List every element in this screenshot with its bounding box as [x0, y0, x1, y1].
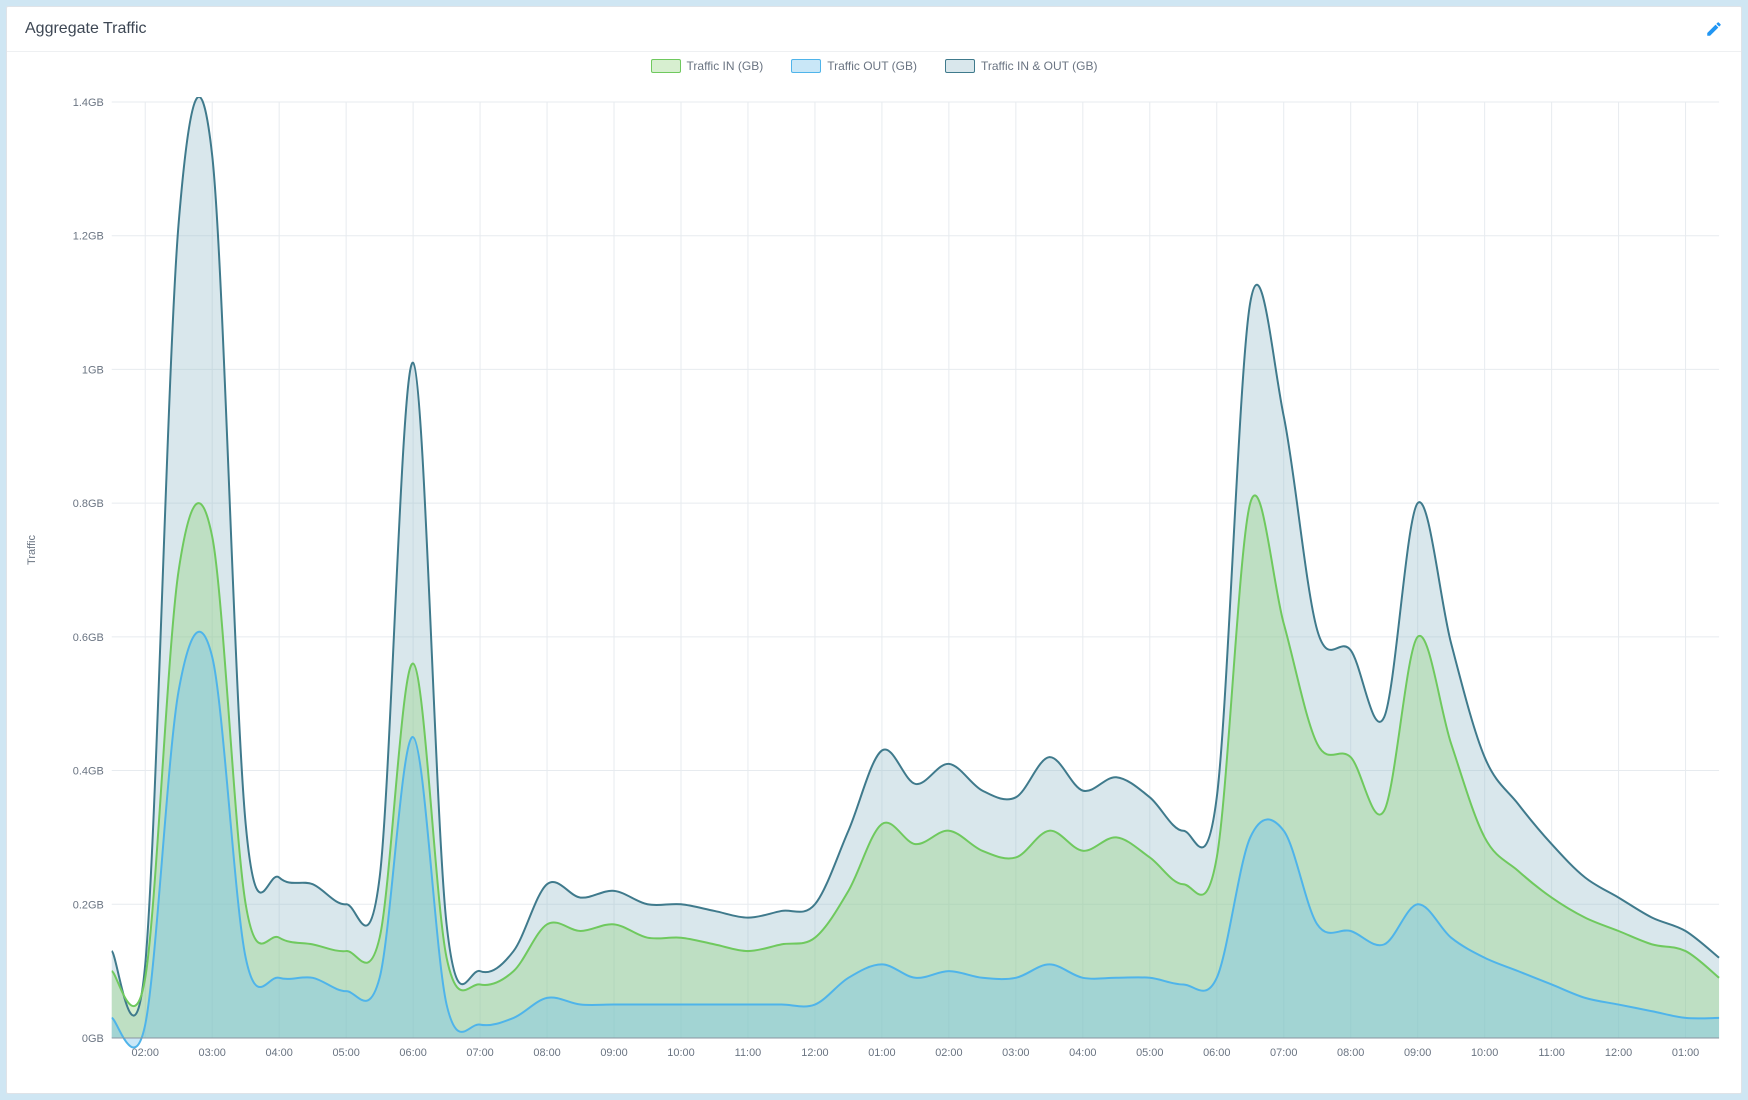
svg-text:12:00: 12:00 [801, 1047, 828, 1059]
svg-text:0.4GB: 0.4GB [73, 766, 104, 778]
svg-text:10:00: 10:00 [667, 1047, 694, 1059]
svg-text:01:00: 01:00 [1672, 1047, 1699, 1059]
svg-text:02:00: 02:00 [935, 1047, 962, 1059]
panel-header: Aggregate Traffic [7, 7, 1741, 52]
svg-text:05:00: 05:00 [1136, 1047, 1163, 1059]
svg-text:12:00: 12:00 [1605, 1047, 1632, 1059]
svg-text:08:00: 08:00 [1337, 1047, 1364, 1059]
svg-text:09:00: 09:00 [1404, 1047, 1431, 1059]
svg-text:05:00: 05:00 [332, 1047, 359, 1059]
chart-area: 0GB 0.2GB 0.4GB 0.6GB 0.8GB 1GB 1.2GB 1.4GB 02:0… [57, 97, 1729, 1063]
svg-text:0GB: 0GB [82, 1033, 104, 1045]
y-axis-title: Traffic [26, 535, 38, 565]
svg-text:11:00: 11:00 [1538, 1047, 1565, 1059]
svg-text:10:00: 10:00 [1471, 1047, 1498, 1059]
svg-text:09:00: 09:00 [600, 1047, 627, 1059]
aggregate-traffic-panel: Aggregate Traffic Traffic IN (GB) Traffi… [6, 6, 1742, 1094]
svg-text:06:00: 06:00 [1203, 1047, 1230, 1059]
legend-item-in[interactable]: Traffic IN (GB) [651, 59, 764, 74]
svg-text:07:00: 07:00 [1270, 1047, 1297, 1059]
svg-text:06:00: 06:00 [399, 1047, 426, 1059]
svg-text:0.8GB: 0.8GB [73, 498, 104, 510]
svg-text:04:00: 04:00 [265, 1047, 292, 1059]
svg-text:0.6GB: 0.6GB [73, 632, 104, 644]
pencil-icon[interactable] [1705, 20, 1723, 38]
svg-text:03:00: 03:00 [199, 1047, 226, 1059]
svg-text:07:00: 07:00 [466, 1047, 493, 1059]
svg-text:1.4GB: 1.4GB [73, 97, 104, 109]
chart-legend: Traffic IN (GB) Traffic OUT (GB) Traffic… [7, 52, 1741, 80]
legend-label: Traffic IN (GB) [687, 59, 764, 73]
legend-item-inout[interactable]: Traffic IN & OUT (GB) [945, 59, 1097, 74]
svg-text:02:00: 02:00 [132, 1047, 159, 1059]
svg-text:1GB: 1GB [82, 364, 104, 376]
svg-text:1.2GB: 1.2GB [73, 231, 104, 243]
svg-text:08:00: 08:00 [533, 1047, 560, 1059]
panel-title: Aggregate Traffic [25, 20, 147, 38]
legend-label: Traffic OUT (GB) [827, 59, 917, 73]
legend-item-out[interactable]: Traffic OUT (GB) [791, 59, 917, 74]
traffic-chart: 0GB 0.2GB 0.4GB 0.6GB 0.8GB 1GB 1.2GB 1.4GB 02:0… [57, 97, 1729, 1063]
svg-text:11:00: 11:00 [735, 1047, 762, 1059]
svg-text:01:00: 01:00 [868, 1047, 895, 1059]
legend-label: Traffic IN & OUT (GB) [981, 59, 1097, 73]
svg-text:03:00: 03:00 [1002, 1047, 1029, 1059]
svg-text:0.2GB: 0.2GB [73, 899, 104, 911]
svg-text:04:00: 04:00 [1069, 1047, 1096, 1059]
